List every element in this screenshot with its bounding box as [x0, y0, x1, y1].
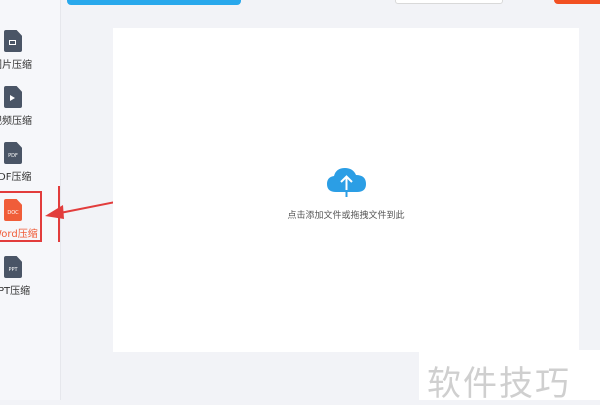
file-drop-zone[interactable]: 点击添加文件或拖拽文件到此	[113, 28, 579, 352]
top-search-field[interactable]	[395, 0, 503, 4]
image-file-icon	[4, 30, 22, 52]
watermark: 软件技巧	[419, 350, 600, 404]
drop-hint-text: 点击添加文件或拖拽文件到此	[287, 211, 405, 221]
pdf-file-icon: PDF	[4, 142, 22, 164]
top-action-button[interactable]	[554, 0, 600, 4]
top-toolbar-button[interactable]	[67, 0, 241, 5]
sidebar-item-label: PDF压缩	[0, 172, 32, 183]
sidebar-item-label: PPT压缩	[0, 286, 31, 297]
video-file-icon	[4, 86, 22, 108]
sidebar-item-video-compress[interactable]: 视频压缩	[0, 86, 60, 142]
annotation-marker-line	[58, 186, 60, 242]
sidebar-item-image-compress[interactable]: 图片压缩	[0, 30, 60, 86]
sidebar-item-label: 视频压缩	[0, 116, 32, 127]
watermark-text: 软件技巧	[427, 364, 571, 404]
sidebar-item-pdf-compress[interactable]: PDF PDF压缩	[0, 142, 60, 198]
cloud-upload-icon	[327, 168, 366, 197]
annotation-highlight-box	[0, 191, 42, 242]
sidebar-item-ppt-compress[interactable]: PPT PPT压缩	[0, 256, 60, 312]
sidebar-item-label: 图片压缩	[0, 60, 32, 71]
ppt-file-icon: PPT	[4, 256, 22, 278]
